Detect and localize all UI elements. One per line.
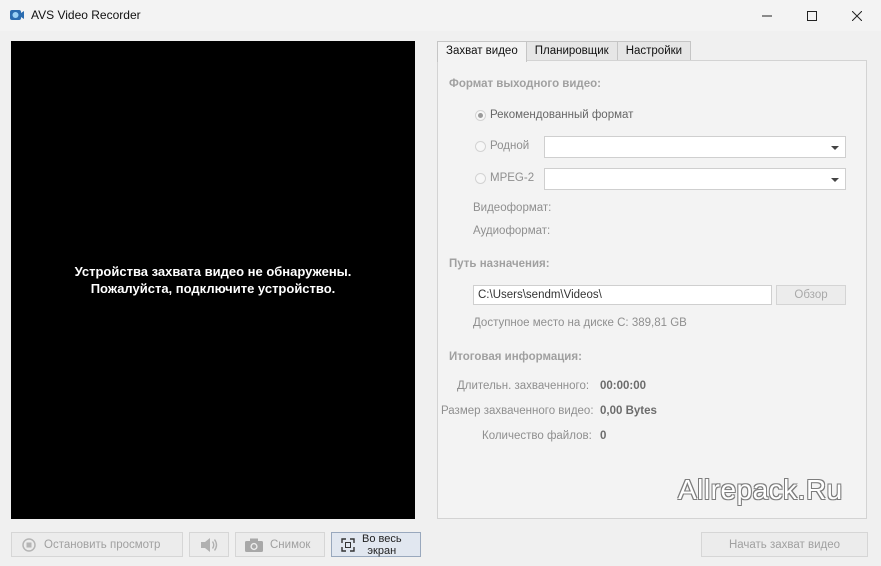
mpeg2-label: MPEG-2 <box>490 172 535 184</box>
close-icon <box>852 10 862 21</box>
native-format-select[interactable] <box>544 136 846 158</box>
duration-value: 00:00:00 <box>600 380 647 392</box>
tab-settings[interactable]: Настройки <box>616 41 692 61</box>
fullscreen-icon <box>340 537 356 553</box>
minimize-icon <box>762 15 772 16</box>
speaker-icon <box>199 537 219 553</box>
free-space-text: Доступное место на диске C: 389,81 GB <box>473 317 687 329</box>
title-bar: AVS Video Recorder <box>0 0 881 31</box>
destination-path-input[interactable] <box>473 285 772 305</box>
tab-bar: Захват видео Планировщик Настройки <box>437 41 692 62</box>
fullscreen-button[interactable]: Во весь экран <box>331 532 421 557</box>
files-value: 0 <box>600 430 607 442</box>
radio-recommended[interactable] <box>475 110 486 121</box>
size-value: 0,00 Bytes <box>600 405 657 417</box>
app-icon <box>9 7 25 23</box>
browse-button[interactable]: Обзор <box>776 285 846 305</box>
stop-preview-button[interactable]: Остановить просмотр <box>11 532 183 557</box>
native-label: Родной <box>490 140 530 152</box>
chevron-down-icon <box>831 178 839 182</box>
fullscreen-label: Во весь экран <box>362 532 402 557</box>
audio-format-label: Аудиоформат: <box>473 225 551 237</box>
tab-scheduler[interactable]: Планировщик <box>525 41 618 61</box>
video-format-label: Видеоформат: <box>473 202 552 214</box>
capture-panel: Формат выходного видео: Рекомендованный … <box>437 60 867 519</box>
watermark: Allrepack.Ru <box>678 474 843 505</box>
chevron-down-icon <box>831 146 839 150</box>
window-title: AVS Video Recorder <box>31 8 141 22</box>
stop-preview-icon <box>20 537 38 553</box>
maximize-button[interactable] <box>789 0 835 31</box>
size-label: Размер захваченного видео: <box>441 405 594 417</box>
destination-heading: Путь назначения: <box>449 258 550 270</box>
mpeg2-format-select[interactable] <box>544 168 846 190</box>
video-preview: Устройства захвата видео не обнаружены. … <box>11 41 415 519</box>
snapshot-button[interactable]: Снимок <box>235 532 325 557</box>
start-capture-button[interactable]: Начать захват видео <box>701 532 868 557</box>
maximize-icon <box>807 10 817 21</box>
camera-icon <box>244 537 264 553</box>
sound-button[interactable] <box>189 532 229 557</box>
tab-video-capture[interactable]: Захват видео <box>437 41 527 62</box>
summary-heading: Итоговая информация: <box>449 351 582 363</box>
duration-label: Длительн. захваченного: <box>457 380 590 392</box>
radio-mpeg2[interactable] <box>475 173 486 184</box>
no-device-message: Устройства захвата видео не обнаружены. … <box>74 264 352 296</box>
minimize-button[interactable] <box>744 0 790 31</box>
radio-native[interactable] <box>475 141 486 152</box>
recommended-label: Рекомендованный формат <box>490 109 634 121</box>
files-label: Количество файлов: <box>482 430 592 442</box>
format-heading: Формат выходного видео: <box>449 78 601 90</box>
close-button[interactable] <box>834 0 880 31</box>
